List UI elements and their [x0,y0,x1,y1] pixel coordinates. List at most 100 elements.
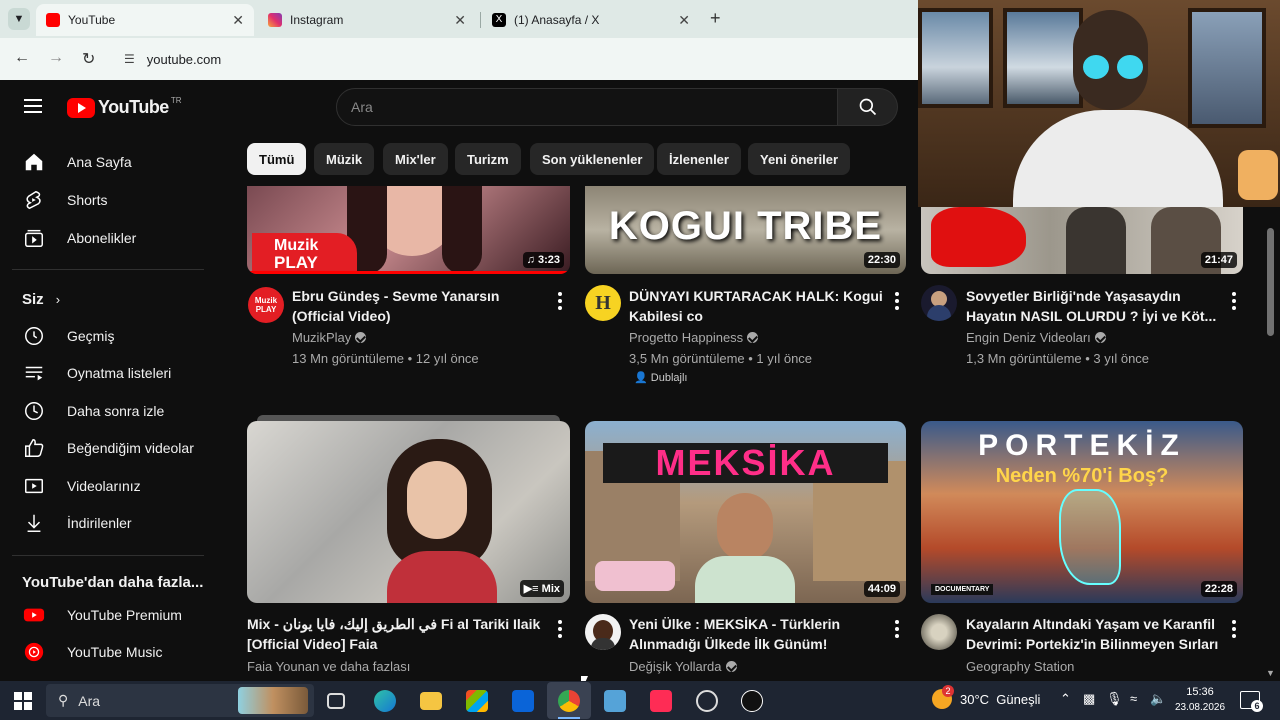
video-title[interactable]: Sovyetler Birliği'nde Yaşasaydın Hayatın… [966,286,1226,326]
playlists-icon [22,361,46,385]
tray-app-icon[interactable]: ▩ [1083,691,1095,707]
app-window-icon[interactable] [604,690,626,712]
sidebar-item-subscriptions[interactable]: Abonelikler [0,220,216,256]
video-duration: 44:09 [863,581,900,597]
sidebar-item-downloads[interactable]: İndirilenler [0,505,216,541]
more-actions-icon[interactable] [558,292,562,313]
volume-icon[interactable]: 🔈 [1150,691,1166,707]
chip-all[interactable]: Tümü [247,143,307,175]
tiktok-app-icon[interactable] [741,690,763,712]
chip-recently-uploaded[interactable]: Son yüklenenler [530,143,655,175]
search-input[interactable]: Ara [336,88,838,126]
site-info-icon[interactable]: ☰ [124,52,135,66]
sidebar-item-liked-videos[interactable]: Beğendiğim videolar [0,430,216,466]
tab-x[interactable]: X (1) Anasayfa / X ✕ [482,4,700,36]
channel-avatar[interactable] [585,614,621,650]
video-duration: 22:30 [863,252,900,268]
channel-avatar[interactable] [921,614,957,650]
more-actions-icon[interactable] [895,620,899,641]
taskbar-search-input[interactable]: ⚲ Ara [46,684,314,717]
close-tab-icon[interactable]: ✕ [454,12,466,29]
video-title[interactable]: Mix - في الطريق إليك، فايا يونان Fi al T… [247,614,547,654]
video-title[interactable]: DÜNYAYI KURTARACAK HALK: Kogui Kabilesi … [629,286,889,326]
more-actions-icon[interactable] [1232,620,1236,641]
channel-avatar[interactable]: Muzik PLAY [248,287,284,323]
microphone-icon[interactable]: 🎙 [1106,691,1123,707]
chip-new-to-you[interactable]: Yeni öneriler [748,143,851,175]
channel-name[interactable]: Progetto Happiness [629,330,759,345]
tab-instagram[interactable]: Instagram ✕ [258,4,476,36]
tab-search-button[interactable]: ▼ [8,8,30,30]
video-thumbnail[interactable]: Muzik PLAY ♫ 3:23 [247,186,570,274]
notifications-button[interactable]: 6 [1240,691,1263,712]
weather-widget[interactable]: 2 30°C Güneşli [932,685,1040,709]
video-thumbnail[interactable]: 21:47 [921,207,1243,274]
channel-name[interactable]: MuzikPlay [292,330,367,345]
channel-name[interactable]: Değişik Yollarda [629,659,737,674]
channel-name[interactable]: Engin Deniz Videoları [966,330,1106,345]
outlook-icon[interactable] [512,690,534,712]
thumbnail-person-face [717,493,773,561]
video-thumbnail[interactable]: KOGUI TRIBE 22:30 [585,186,906,274]
chip-watched[interactable]: İzlenenler [657,143,741,175]
video-thumbnail[interactable]: ▶≡ Mix [247,421,570,603]
windows-start-icon[interactable] [14,692,32,715]
sidebar-item-playlists[interactable]: Oynatma listeleri [0,355,216,391]
edge-icon[interactable] [374,690,396,712]
sidebar-item-youtube-music[interactable]: YouTube Music [0,634,216,670]
home-icon [22,150,46,174]
video-title[interactable]: Ebru Gündeş - Sevme Yanarsın (Official V… [292,286,542,326]
url-field[interactable]: ☰ youtube.com [112,43,910,75]
sidebar-item-shorts[interactable]: Shorts [0,182,216,218]
video-title[interactable]: Yeni Ülke : MEKSİKA - Türklerin Alınmadı… [629,614,889,654]
sidebar-item-youtube-premium[interactable]: YouTube Premium [0,597,216,633]
channel-avatar[interactable]: H [585,285,621,321]
chrome-icon[interactable] [558,690,580,712]
channel-avatar[interactable] [921,285,957,321]
scroll-down-arrow-icon[interactable]: ▼ [1266,668,1275,678]
windows-taskbar: ⚲ Ara 2 30°C Güneşli ⌃ ▩ 🎙 ≈ 🔈 15:36 23.… [0,681,1280,720]
reload-icon[interactable]: ↻ [82,49,95,69]
sidebar-you-header[interactable]: Siz › [0,281,216,317]
sidebar-item-history[interactable]: Geçmiş [0,318,216,354]
weather-badge: 2 [942,685,954,697]
video-duration: 22:28 [1200,581,1237,597]
chip-tourism[interactable]: Turizm [455,143,521,175]
verified-icon [747,332,759,343]
video-title[interactable]: Kayaların Altındaki Yaşam ve Karanfil De… [966,614,1226,654]
new-tab-icon[interactable]: + [710,8,721,29]
tab-youtube[interactable]: YouTube ✕ [36,4,254,36]
thumbnail-text: MEKSİKA [603,443,888,483]
task-view-icon[interactable] [327,693,345,709]
sidebar-item-home[interactable]: Ana Sayfa [0,144,216,180]
close-tab-icon[interactable]: ✕ [232,12,244,29]
clock[interactable]: 15:36 23.08.2026 [1172,685,1228,715]
close-tab-icon[interactable]: ✕ [678,12,690,29]
channel-name[interactable]: Geography Station [966,659,1074,674]
file-explorer-icon[interactable] [420,692,442,710]
screen-recorder-icon[interactable] [696,690,718,712]
video-thumbnail[interactable]: PORTEKİZ Neden %70'i Boş? DOCUMENTARY 22… [921,421,1243,603]
page-scrollbar-thumb[interactable] [1267,228,1274,336]
sidebar-item-label: Beğendiğim videolar [67,440,194,456]
tray-overflow-chevron-icon[interactable]: ⌃ [1060,691,1071,707]
more-actions-icon[interactable] [558,620,562,641]
menu-icon[interactable] [24,99,42,113]
sidebar-item-your-videos[interactable]: Videolarınız [0,468,216,504]
chip-mixes[interactable]: Mix'ler [383,143,448,175]
webcam-overlay [918,0,1280,207]
youtube-logo[interactable]: YouTube TR [67,96,182,118]
channel-name[interactable]: Faia Younan ve daha fazlası [247,659,410,674]
search-button[interactable] [838,88,898,126]
back-icon[interactable]: ← [14,49,30,67]
tiktok-icon[interactable] [650,690,672,712]
chip-music[interactable]: Müzik [314,143,375,175]
sidebar-item-watch-later[interactable]: Daha sonra izle [0,393,216,429]
wifi-icon[interactable]: ≈ [1130,691,1137,706]
more-actions-icon[interactable] [895,292,899,313]
video-thumbnail[interactable]: MEKSİKA 44:09 [585,421,906,603]
sidebar: Ana Sayfa Shorts Abonelikler Siz › Geçmi… [0,136,216,681]
more-actions-icon[interactable] [1232,292,1236,313]
forward-icon[interactable]: → [48,49,64,67]
microsoft-store-icon[interactable] [466,690,488,712]
